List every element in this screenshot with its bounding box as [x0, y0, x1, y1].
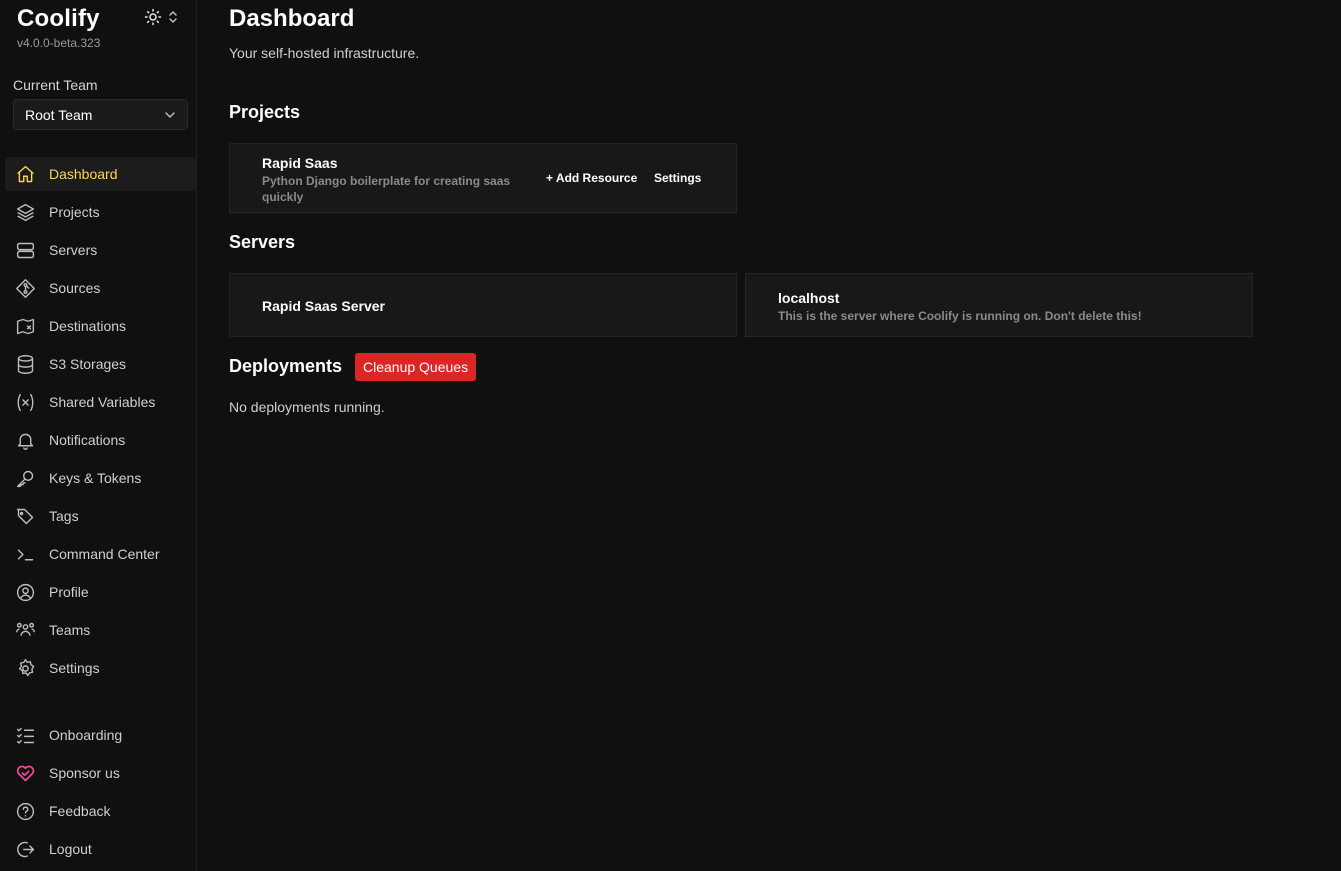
sidebar-nav: Dashboard Projects Servers Sources Desti…	[5, 157, 196, 689]
theme-toggle-button[interactable]	[144, 7, 184, 27]
sidebar: Coolify v4.0.0-beta.323 Current Team Roo…	[0, 0, 197, 871]
sidebar-item-destinations[interactable]: Destinations	[5, 309, 196, 343]
sidebar-item-label: Notifications	[49, 432, 126, 448]
server-card[interactable]: Rapid Saas Server	[229, 273, 737, 337]
sidebar-item-sponsor[interactable]: Sponsor us	[5, 756, 196, 790]
sidebar-item-projects[interactable]: Projects	[5, 195, 196, 229]
app-logo[interactable]: Coolify	[17, 5, 100, 33]
sidebar-item-tags[interactable]: Tags	[5, 499, 196, 533]
deployments-heading: Deployments	[229, 356, 343, 376]
heart-handshake-icon	[16, 765, 35, 781]
project-settings-link[interactable]: Settings	[654, 171, 701, 185]
sidebar-item-dashboard[interactable]: Dashboard	[5, 157, 196, 191]
sidebar-item-onboarding[interactable]: Onboarding	[5, 718, 196, 752]
destination-icon	[16, 318, 35, 334]
sidebar-item-command-center[interactable]: Command Center	[5, 537, 196, 571]
bell-icon	[17, 433, 34, 450]
sidebar-item-label: Sources	[49, 280, 101, 296]
sidebar-item-label: Projects	[49, 204, 100, 220]
user-circle-icon	[16, 583, 35, 601]
sidebar-item-notifications[interactable]: Notifications	[5, 423, 196, 457]
deployments-empty-text: No deployments running.	[229, 399, 385, 415]
server-description: This is the server where Coolify is runn…	[778, 309, 1142, 323]
server-card[interactable]: localhost This is the server where Cooli…	[745, 273, 1253, 337]
app-version: v4.0.0-beta.323	[17, 36, 101, 50]
key-icon	[16, 470, 34, 487]
sidebar-bottom-nav: Onboarding Sponsor us Feedback Logout	[5, 718, 196, 870]
users-icon	[16, 622, 35, 636]
sidebar-item-label: Teams	[49, 622, 91, 638]
checklist-icon	[16, 727, 35, 744]
layers-icon	[16, 203, 35, 221]
sidebar-item-shared-variables[interactable]: Shared Variables	[5, 385, 196, 419]
add-resource-link[interactable]: + Add Resource	[546, 171, 637, 185]
sidebar-item-keys-tokens[interactable]: Keys & Tokens	[5, 461, 196, 495]
home-icon	[17, 165, 34, 182]
sidebar-item-feedback[interactable]: Feedback	[5, 794, 196, 828]
server-icon	[16, 242, 35, 258]
page-title: Dashboard	[229, 5, 355, 32]
team-select[interactable]: Root Team	[13, 99, 188, 130]
sidebar-item-label: Keys & Tokens	[49, 470, 142, 486]
sidebar-item-servers[interactable]: Servers	[5, 233, 196, 267]
tags-icon	[16, 508, 34, 524]
server-name: localhost	[778, 290, 840, 306]
sidebar-item-s3-storages[interactable]: S3 Storages	[5, 347, 196, 381]
variable-icon	[17, 393, 34, 411]
server-name: Rapid Saas Server	[262, 298, 385, 314]
sidebar-item-label: Dashboard	[49, 166, 118, 182]
sidebar-item-label: Profile	[49, 584, 89, 600]
sidebar-item-logout[interactable]: Logout	[5, 832, 196, 866]
git-icon	[16, 278, 35, 298]
sidebar-item-label: Feedback	[49, 803, 111, 819]
servers-heading: Servers	[229, 232, 296, 252]
page-subtitle: Your self-hosted infrastructure.	[229, 45, 420, 61]
chevron-up-down-icon	[169, 10, 177, 24]
projects-heading: Projects	[229, 102, 301, 122]
sidebar-item-label: Servers	[49, 242, 98, 258]
sidebar-item-profile[interactable]: Profile	[5, 575, 196, 609]
sidebar-item-sources[interactable]: Sources	[5, 271, 196, 305]
sidebar-item-label: Command Center	[49, 546, 160, 562]
gear-icon	[18, 658, 35, 676]
sidebar-item-label: Logout	[49, 841, 92, 857]
sidebar-item-label: Tags	[49, 508, 79, 524]
project-description: Python Django boilerplate for creating s…	[262, 174, 511, 204]
sidebar-item-label: Onboarding	[49, 727, 123, 743]
sidebar-item-label: Destinations	[49, 318, 127, 334]
chevron-down-icon	[165, 112, 175, 119]
sidebar-item-label: Sponsor us	[49, 765, 120, 781]
terminal-icon	[17, 548, 34, 560]
sidebar-item-label: Settings	[49, 660, 100, 676]
current-team-label: Current Team	[13, 77, 98, 93]
question-icon	[16, 802, 35, 820]
project-name: Rapid Saas	[262, 155, 338, 171]
sidebar-item-label: Shared Variables	[49, 394, 156, 410]
sidebar-item-settings[interactable]: Settings	[5, 651, 196, 685]
team-select-value: Root Team	[25, 106, 93, 123]
sidebar-item-label: S3 Storages	[49, 356, 127, 372]
database-icon	[17, 354, 34, 374]
cleanup-queues-button[interactable]: Cleanup Queues	[355, 353, 477, 381]
sidebar-item-teams[interactable]: Teams	[5, 613, 196, 647]
sun-icon	[144, 8, 162, 26]
logout-icon	[17, 841, 35, 857]
project-card[interactable]: Rapid Saas Python Django boilerplate for…	[229, 143, 737, 213]
